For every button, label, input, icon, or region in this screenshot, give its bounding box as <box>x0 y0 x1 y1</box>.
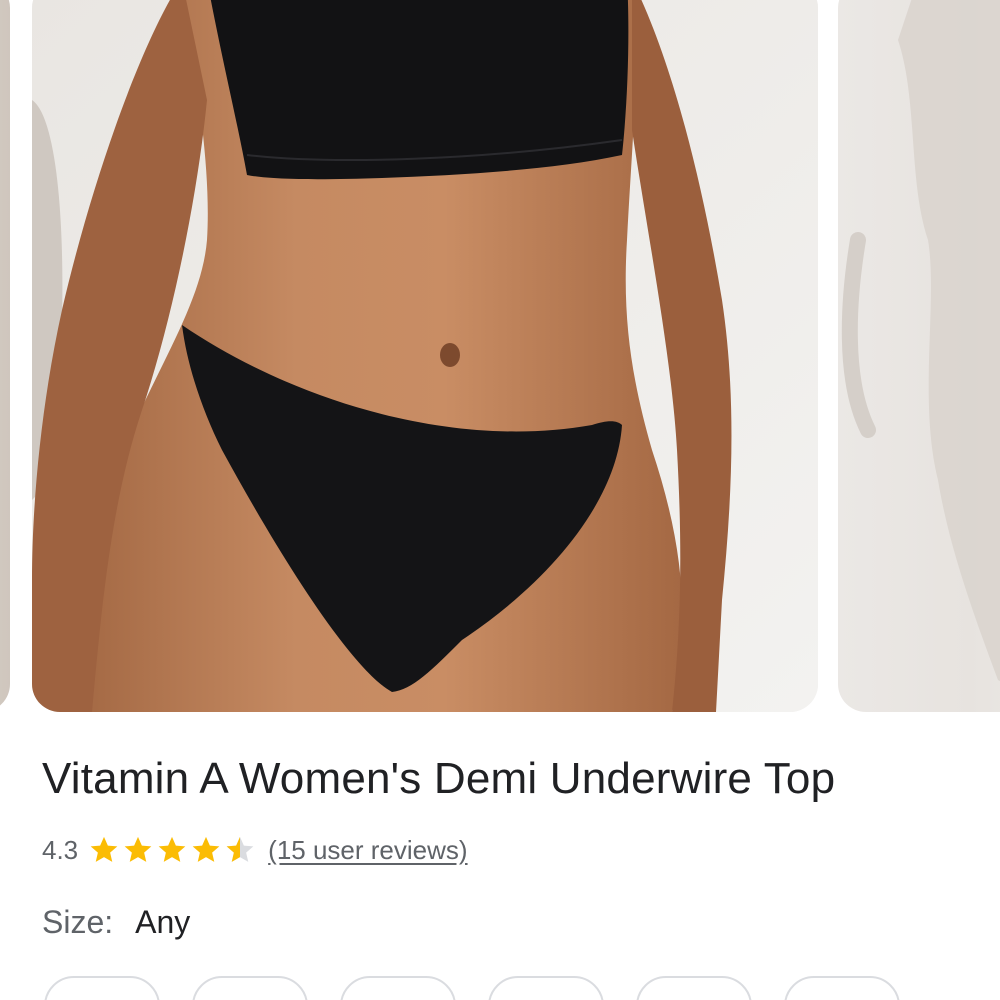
user-reviews-link[interactable]: (15 user reviews) <box>268 835 467 866</box>
rating-row: 4.3 (15 user reviews) <box>42 830 468 870</box>
carousel-image-previous[interactable] <box>0 0 10 712</box>
size-options <box>44 976 1000 1000</box>
star-icon <box>156 834 188 866</box>
next-product-photo <box>841 0 1000 682</box>
size-option-chip[interactable] <box>636 976 752 1000</box>
size-value: Any <box>135 904 191 940</box>
star-icon <box>122 834 154 866</box>
size-option-chip[interactable] <box>44 976 160 1000</box>
carousel-image-next[interactable] <box>838 0 1000 712</box>
rating-value: 4.3 <box>42 834 79 865</box>
product-title: Vitamin A Women's Demi Underwire Top <box>42 754 836 803</box>
size-row: Size: Any <box>42 904 190 941</box>
size-option-chip[interactable] <box>192 976 308 1000</box>
product-photo <box>32 0 818 712</box>
star-icon <box>190 834 222 866</box>
size-option-chip[interactable] <box>340 976 456 1000</box>
product-image[interactable] <box>32 0 818 712</box>
star-icon <box>88 834 120 866</box>
star-rating <box>88 834 256 866</box>
image-carousel[interactable] <box>0 0 1000 712</box>
size-label: Size: <box>42 904 114 940</box>
half-star-icon <box>224 834 256 866</box>
size-option-chip[interactable] <box>488 976 604 1000</box>
size-option-chip[interactable] <box>784 976 900 1000</box>
